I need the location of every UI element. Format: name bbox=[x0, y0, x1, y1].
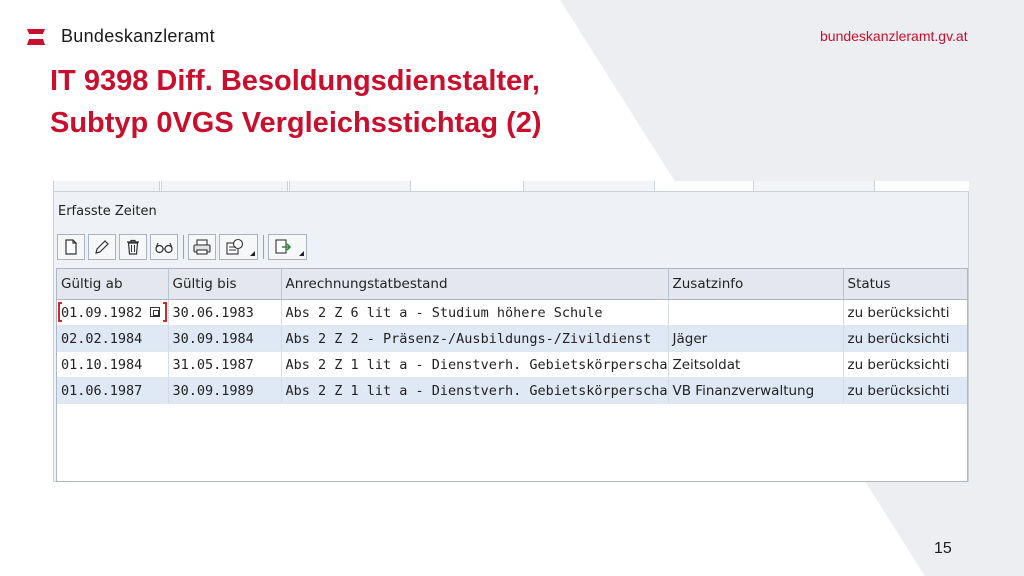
toolbar-separator bbox=[263, 235, 264, 259]
slide-title-line1: IT 9398 Diff. Besoldungsdienstalter, bbox=[50, 65, 540, 97]
table-row[interactable]: 02.02.1984 30.09.1984 Abs 2 Z 2 - Präsen… bbox=[57, 325, 967, 352]
cell-tatbestand[interactable]: Abs 2 Z 2 - Präsenz-/Ausbildungs-/Zivild… bbox=[281, 325, 669, 352]
grid-toolbar bbox=[57, 232, 310, 262]
logo: Bundeskanzleramt bbox=[25, 26, 215, 47]
print-icon bbox=[193, 239, 211, 255]
erfasste-zeiten-panel: Erfasste Zeiten Gültig ab Gültig bis Anr… bbox=[53, 191, 969, 482]
export-button[interactable] bbox=[268, 234, 307, 260]
erfasste-zeiten-table: Gültig ab Gültig bis Anrechnungstatbesta… bbox=[56, 268, 968, 482]
cell-gueltig-ab-value: 01.09.1982 bbox=[61, 304, 143, 321]
cell-zusatzinfo[interactable]: Jäger bbox=[668, 325, 844, 352]
cell-gueltig-bis[interactable]: 30.09.1989 bbox=[168, 377, 282, 404]
cell-zusatzinfo[interactable] bbox=[668, 299, 844, 326]
sap-top-strip bbox=[53, 181, 969, 192]
create-button[interactable] bbox=[57, 234, 85, 260]
sap-screenshot: Erfasste Zeiten Gültig ab Gültig bis Anr… bbox=[53, 181, 969, 482]
column-header-gueltig-ab[interactable]: Gültig ab bbox=[57, 269, 169, 300]
value-help-icon[interactable] bbox=[149, 307, 160, 317]
cell-gueltig-ab[interactable]: 01.09.1982 bbox=[57, 299, 169, 326]
logo-text: Bundeskanzleramt bbox=[61, 26, 215, 46]
table-header-row: Gültig ab Gültig bis Anrechnungstatbesta… bbox=[57, 269, 967, 300]
cell-tatbestand[interactable]: Abs 2 Z 1 lit a - Dienstverh. Gebietskör… bbox=[281, 351, 669, 378]
cell-gueltig-ab[interactable]: 01.06.1987 bbox=[57, 377, 169, 404]
cell-status[interactable]: zu berücksichti bbox=[843, 299, 967, 326]
cell-gueltig-bis[interactable]: 30.09.1984 bbox=[168, 325, 282, 352]
cell-status[interactable]: zu berücksichti bbox=[843, 351, 967, 378]
cell-gueltig-ab[interactable]: 02.02.1984 bbox=[57, 325, 169, 352]
table-row[interactable]: 01.09.1982 30.06.1983 Abs 2 Z 6 lit a - … bbox=[57, 299, 967, 326]
views-button[interactable] bbox=[219, 234, 258, 260]
column-header-status[interactable]: Status bbox=[843, 269, 967, 300]
column-header-zusatzinfo[interactable]: Zusatzinfo bbox=[668, 269, 844, 300]
slide-title: IT 9398 Diff. Besoldungsdienstalter, Sub… bbox=[50, 60, 690, 144]
export-icon bbox=[274, 239, 291, 254]
cell-zusatzinfo[interactable]: VB Finanzverwaltung bbox=[668, 377, 844, 404]
cell-zusatzinfo[interactable]: Zeitsoldat bbox=[668, 351, 844, 378]
edit-icon bbox=[95, 240, 109, 254]
create-icon bbox=[65, 239, 77, 255]
edit-button[interactable] bbox=[88, 234, 116, 260]
section-title: Erfasste Zeiten bbox=[58, 204, 157, 219]
cell-gueltig-bis[interactable]: 31.05.1987 bbox=[168, 351, 282, 378]
cell-gueltig-bis[interactable]: 30.06.1983 bbox=[168, 299, 282, 326]
table-row[interactable]: 01.10.1984 31.05.1987 Abs 2 Z 1 lit a - … bbox=[57, 351, 967, 378]
chevron-down-icon bbox=[250, 251, 255, 256]
slide-title-line2: Subtyp 0VGS Vergleichsstichtag (2) bbox=[50, 107, 542, 139]
cell-tatbestand[interactable]: Abs 2 Z 1 lit a - Dienstverh. Gebietskör… bbox=[281, 377, 669, 404]
views-icon bbox=[225, 238, 243, 255]
print-button[interactable] bbox=[188, 234, 216, 260]
display-button[interactable] bbox=[150, 234, 178, 260]
delete-button[interactable] bbox=[119, 234, 147, 260]
cell-gueltig-ab[interactable]: 01.10.1984 bbox=[57, 351, 169, 378]
page-number: 15 bbox=[934, 540, 952, 557]
display-icon bbox=[155, 242, 173, 254]
column-header-gueltig-bis[interactable]: Gültig bis bbox=[168, 269, 282, 300]
focus-bracket-left bbox=[58, 302, 62, 322]
focus-bracket-right bbox=[162, 302, 167, 322]
cell-tatbestand[interactable]: Abs 2 Z 6 lit a - Studium höhere Schule bbox=[281, 299, 669, 326]
toolbar-separator bbox=[183, 235, 184, 259]
column-header-anrechnungstatbestand[interactable]: Anrechnungstatbestand bbox=[281, 269, 669, 300]
table-row[interactable]: 01.06.1987 30.09.1989 Abs 2 Z 1 lit a - … bbox=[57, 377, 967, 404]
site-url[interactable]: bundeskanzleramt.gv.at bbox=[820, 28, 968, 44]
austrian-flag-icon bbox=[27, 28, 45, 45]
chevron-down-icon bbox=[299, 251, 304, 256]
cell-status[interactable]: zu berücksichti bbox=[843, 325, 967, 352]
delete-icon bbox=[127, 239, 139, 255]
cell-status[interactable]: zu berücksichti bbox=[843, 377, 967, 404]
